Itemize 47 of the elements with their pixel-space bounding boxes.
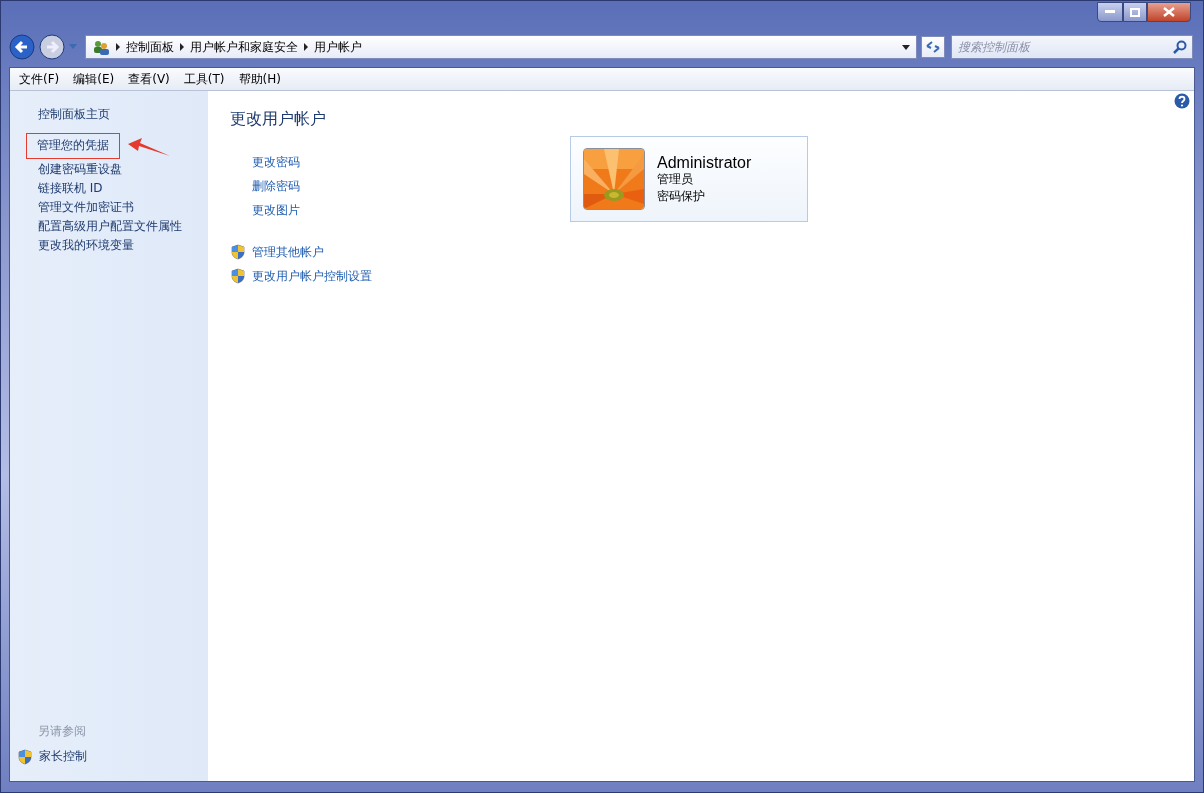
breadcrumb[interactable]: 控制面板 [126, 38, 174, 56]
dropdown-icon[interactable] [902, 44, 910, 50]
menu-item[interactable]: 编辑(E) [68, 68, 120, 90]
sidebar-link[interactable]: 配置高级用户配置文件属性 [38, 215, 208, 234]
page-heading: 更改用户帐户 [230, 109, 327, 130]
breadcrumb[interactable]: 用户帐户 [314, 38, 362, 56]
sidebar-link[interactable]: 家长控制 [39, 748, 87, 765]
minimize-icon [1105, 10, 1115, 14]
account-status: 密码保护 [657, 187, 706, 205]
sidebar-link[interactable]: 链接联机 ID [38, 177, 208, 196]
help-icon[interactable] [1174, 93, 1190, 109]
sidebar-link[interactable]: 管理文件加密证书 [38, 196, 208, 215]
task-link[interactable]: 更改图片 [252, 201, 300, 219]
address-bar[interactable]: 控制面板 用户帐户和家庭安全 用户帐户 [85, 35, 917, 59]
sidebar-link[interactable]: 创建密码重设盘 [38, 158, 208, 177]
refresh-button[interactable] [921, 36, 945, 58]
account-name: Administrator [657, 153, 752, 171]
close-icon [1163, 7, 1175, 17]
shield-icon [17, 748, 33, 765]
search-icon [1173, 40, 1187, 54]
section-heading: 另请参阅 [38, 723, 87, 740]
breadcrumb[interactable]: 用户帐户和家庭安全 [190, 38, 298, 56]
forward-button[interactable] [39, 34, 65, 60]
sidebar-link[interactable]: 管理您的凭据 [27, 134, 119, 158]
search-field[interactable]: 搜索控制面板 [951, 35, 1193, 59]
sidebar-link[interactable]: 控制面板主页 [38, 103, 208, 122]
task-link[interactable]: 更改密码 [252, 153, 300, 171]
minimize-button[interactable] [1097, 2, 1123, 22]
task-link[interactable]: 删除密码 [252, 177, 300, 195]
close-button[interactable] [1147, 2, 1191, 22]
maximize-button[interactable] [1123, 2, 1147, 22]
account-type: 管理员 [657, 170, 694, 188]
shield-icon [230, 244, 246, 260]
task-link[interactable]: 管理其他帐户 [252, 243, 324, 261]
sidebar-link[interactable]: 更改我的环境变量 [38, 234, 208, 253]
menu-item[interactable]: 查看(V) [123, 68, 175, 90]
shield-icon [230, 268, 246, 284]
menu-item[interactable]: 工具(T) [178, 68, 230, 90]
menu-item[interactable]: 帮助(H) [233, 68, 286, 90]
annotation-arrow [126, 138, 172, 158]
back-button[interactable] [9, 34, 35, 60]
task-link[interactable]: 更改用户帐户控制设置 [252, 267, 372, 285]
maximize-icon [1130, 7, 1140, 17]
refresh-icon [925, 40, 941, 54]
account-card[interactable]: Administrator 管理员 密码保护 [570, 136, 808, 222]
menu-item[interactable]: 文件(F) [14, 68, 65, 90]
users-icon [92, 39, 110, 55]
